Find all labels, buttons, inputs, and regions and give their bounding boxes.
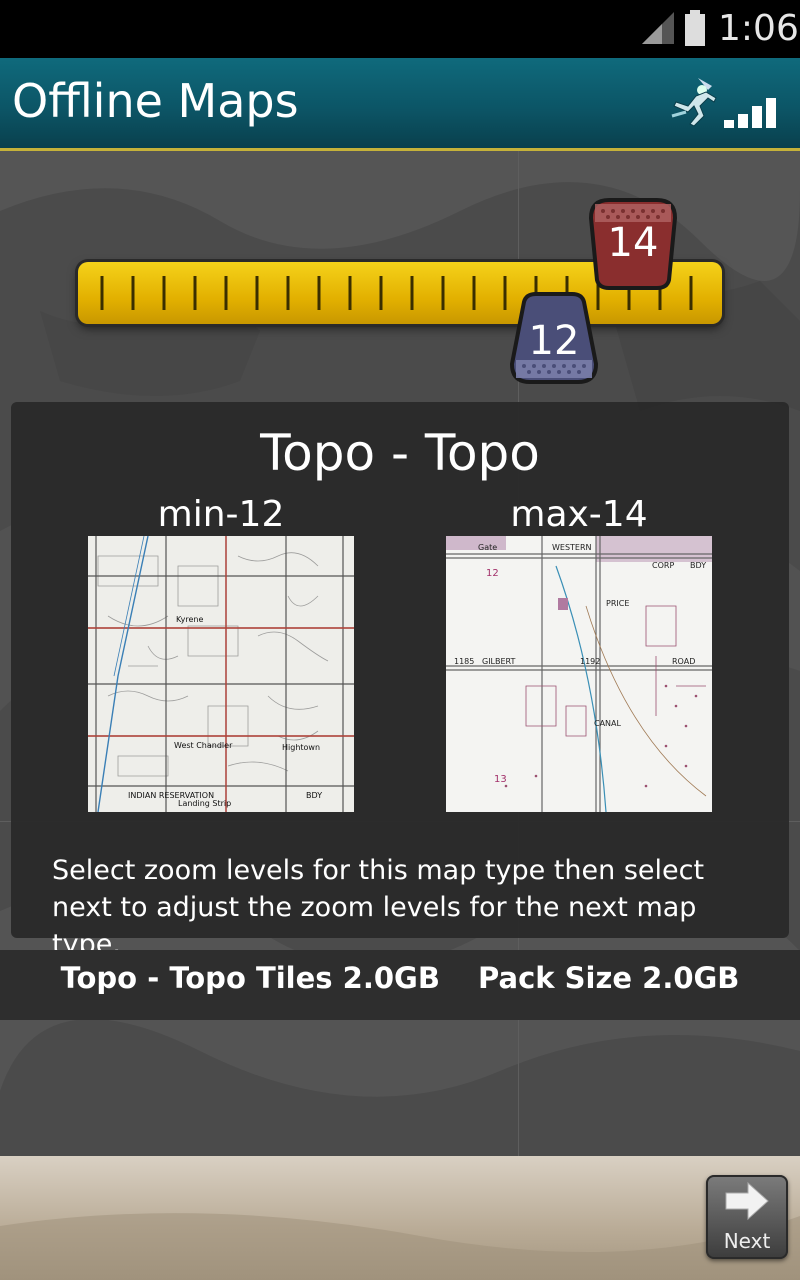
map-label: 13 [494, 774, 507, 785]
map-label: WESTERN [552, 543, 592, 552]
map-label: Hightown [282, 743, 320, 752]
map-label: BDY [690, 561, 706, 570]
tiles-size: Topo - Topo Tiles 2.0GB [60, 961, 440, 995]
next-button[interactable]: Next [706, 1175, 788, 1259]
min-zoom-handle[interactable]: 12 [508, 292, 600, 386]
max-zoom-caption: max-14 [510, 494, 648, 535]
map-label: ROAD [672, 657, 695, 666]
page-title: Offline Maps [12, 74, 299, 128]
map-label: CANAL [594, 719, 622, 728]
map-label: 1185 [454, 657, 474, 666]
map-label: Kyrene [176, 615, 204, 624]
battery-icon [685, 10, 705, 46]
status-bar: 1:06 [0, 0, 800, 58]
signal-icon [642, 12, 674, 44]
summary-text: Topo - Topo Tiles 2.0GB Pack Size 2.0GB [0, 958, 800, 998]
min-zoom-caption: min-12 [157, 494, 285, 535]
min-zoom-value: 12 [528, 318, 580, 364]
map-label: 1192 [580, 657, 600, 666]
map-label: PRICE [606, 599, 629, 608]
max-zoom-handle[interactable]: 14 [587, 196, 679, 290]
map-label: 12 [486, 568, 499, 579]
max-zoom-value: 14 [607, 220, 659, 266]
min-zoom-map-preview: Kyrene West Chandler Hightown INDIAN RES… [88, 536, 354, 812]
map-label: West Chandler [174, 741, 233, 750]
max-zoom-map-preview: Gate WESTERN 12 CORP BDY PRICE GILBERT 1… [446, 536, 712, 812]
arrow-right-icon [725, 1181, 769, 1221]
map-label: CORP [652, 561, 674, 570]
signal-strength-icon [724, 98, 776, 128]
status-time: 1:06 [718, 8, 799, 49]
runner-icon[interactable] [668, 76, 720, 128]
map-label: BDY [306, 791, 322, 800]
pack-size: Pack Size 2.0GB [478, 961, 740, 995]
map-label: Landing Strip [178, 799, 231, 808]
panel-instructions: Select zoom levels for this map type the… [52, 855, 705, 960]
next-button-label: Next [723, 1229, 771, 1253]
footer-bar [0, 1156, 800, 1280]
map-type-title: Topo - Topo [260, 424, 540, 482]
map-label: GILBERT [482, 657, 516, 666]
map-label: Gate [478, 543, 497, 552]
